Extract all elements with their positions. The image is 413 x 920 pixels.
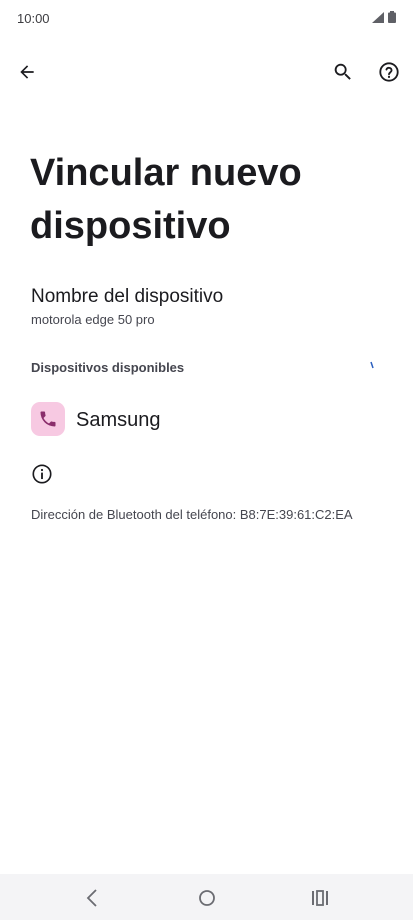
nav-back-button[interactable] xyxy=(80,886,104,910)
nav-recents-button[interactable] xyxy=(308,886,332,910)
nav-home-icon xyxy=(199,890,215,906)
signal-icon xyxy=(372,12,384,23)
nav-recents-icon xyxy=(312,890,328,906)
app-bar xyxy=(0,50,413,94)
device-item-label: Samsung xyxy=(76,409,161,431)
back-button[interactable] xyxy=(11,56,43,88)
nav-back-icon xyxy=(86,889,97,907)
loading-spinner-icon xyxy=(370,361,374,369)
bluetooth-address-text: Dirección de Bluetooth del teléfono: B8:… xyxy=(31,507,353,522)
device-name-label: Nombre del dispositivo xyxy=(31,286,224,307)
help-icon xyxy=(379,62,399,82)
device-name-value: motorola edge 50 pro xyxy=(31,312,155,327)
nav-home-button[interactable] xyxy=(195,886,219,910)
status-time: 10:00 xyxy=(17,11,50,26)
device-item-samsung[interactable]: Samsung xyxy=(0,398,413,444)
info-icon xyxy=(32,464,52,484)
search-icon xyxy=(334,63,351,80)
page-title: Vincular nuevo dispositivo xyxy=(30,152,302,247)
arrow-back-icon xyxy=(20,65,34,79)
phone-icon xyxy=(40,411,56,427)
search-button[interactable] xyxy=(327,56,359,88)
navigation-bar xyxy=(0,874,413,920)
battery-icon xyxy=(388,11,396,23)
status-bar: 10:00 xyxy=(0,0,413,36)
status-icons xyxy=(372,11,396,23)
device-icon-bg xyxy=(31,402,65,436)
help-button[interactable] xyxy=(373,56,405,88)
available-devices-heading: Dispositivos disponibles xyxy=(31,360,185,375)
